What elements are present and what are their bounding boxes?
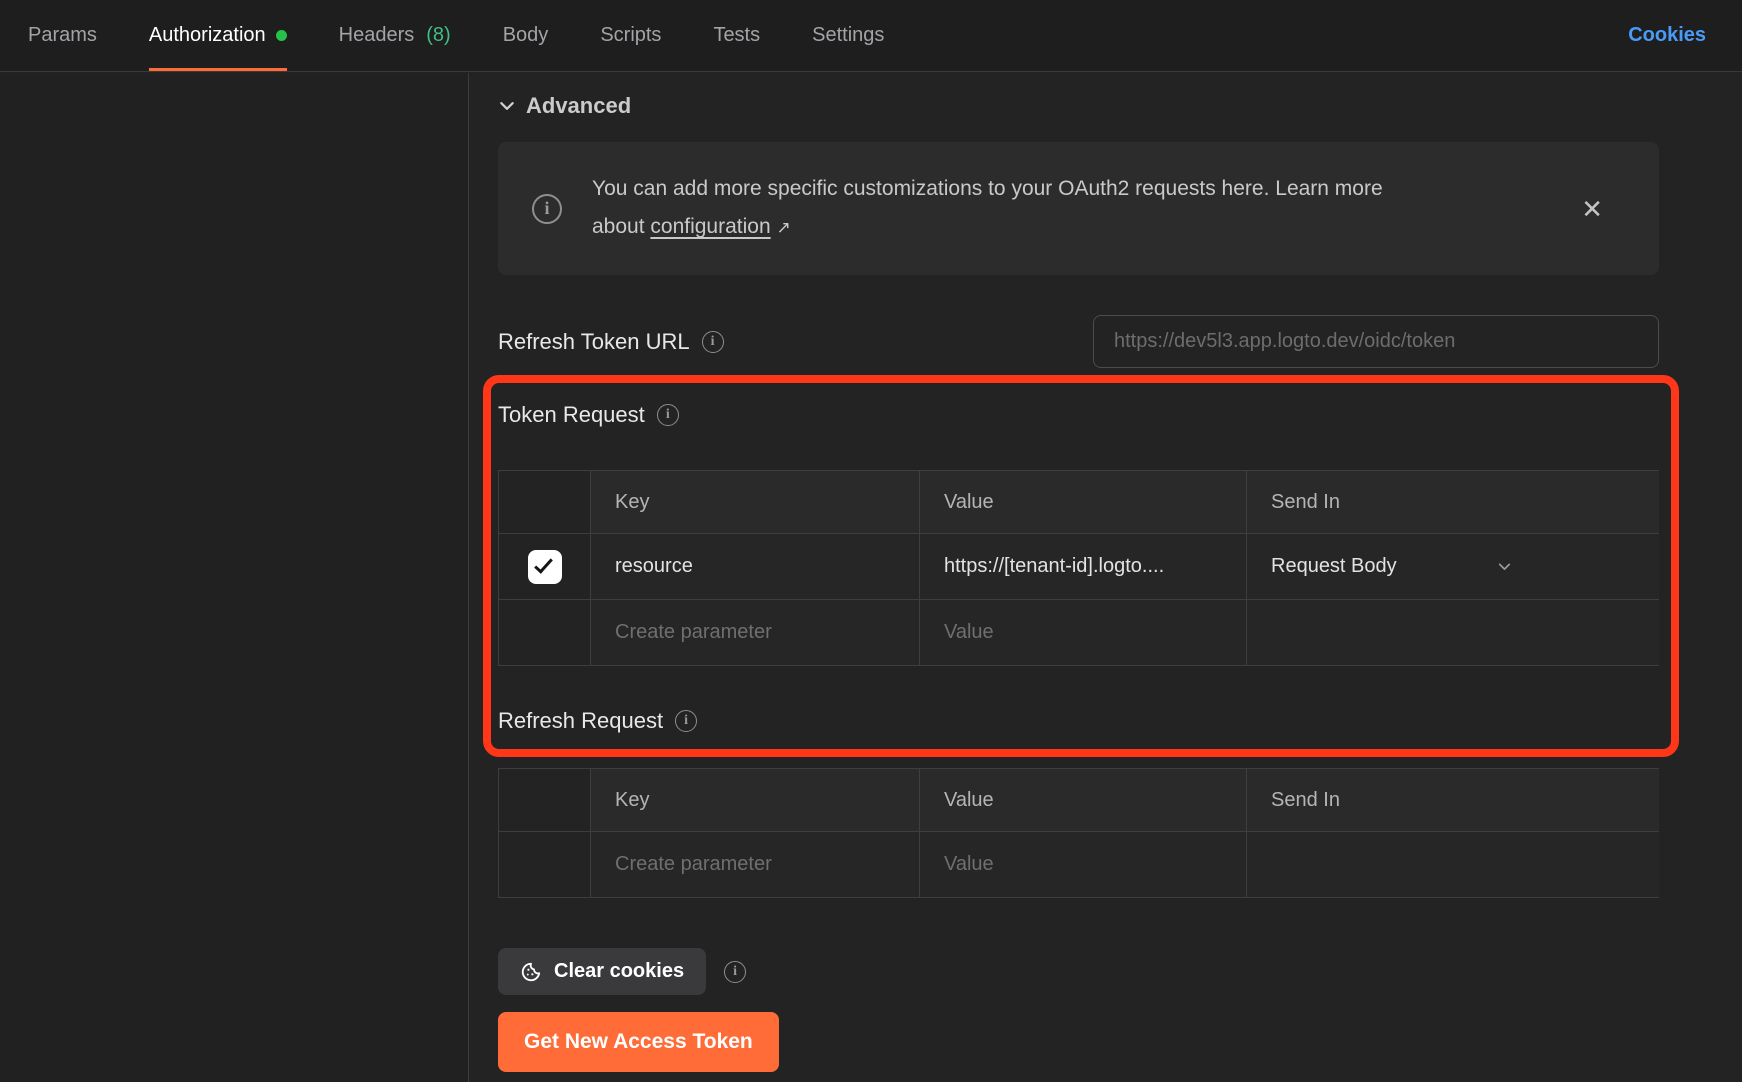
refresh-token-url-label-group: Refresh Token URL i	[498, 329, 724, 355]
checkmark-icon	[534, 554, 553, 573]
value-placeholder: Value	[944, 621, 994, 644]
tab-scripts[interactable]: Scripts	[600, 0, 661, 71]
clear-cookies-label: Clear cookies	[554, 960, 684, 983]
tab-authorization[interactable]: Authorization	[149, 0, 287, 71]
key-column-header: Key	[590, 769, 919, 831]
row-checkbox-cell	[499, 534, 590, 599]
table-row: resource https://[tenant-id].logto.... R…	[499, 533, 1658, 599]
tab-label: Body	[503, 24, 549, 47]
cookies-link[interactable]: Cookies	[1628, 0, 1706, 71]
clear-cookies-button[interactable]: Clear cookies	[498, 948, 706, 995]
value-cell[interactable]: Value	[919, 600, 1246, 665]
authorization-advanced-panel: Advanced i You can add more specific cus…	[469, 72, 1742, 1082]
checkbox-column-header	[499, 769, 590, 831]
sendin-column-header: Send In	[1246, 471, 1659, 533]
unsaved-changes-dot	[276, 30, 287, 41]
row-checkbox[interactable]	[528, 550, 562, 584]
tab-settings[interactable]: Settings	[812, 0, 884, 71]
value-placeholder: Value	[944, 853, 994, 876]
tab-label: Scripts	[600, 24, 661, 47]
headers-count-badge: (8)	[426, 24, 450, 47]
key-cell[interactable]: Create parameter	[590, 600, 919, 665]
table-placeholder-row: Create parameter Value	[499, 599, 1658, 665]
left-empty-panel	[0, 73, 468, 1082]
tab-label: Tests	[713, 24, 760, 47]
cookie-icon	[520, 961, 542, 983]
request-tab-bar: Params Authorization Headers (8) Body Sc…	[0, 0, 1742, 72]
tab-label: Headers	[339, 24, 415, 47]
sendin-column-header: Send In	[1246, 769, 1659, 831]
tab-params[interactable]: Params	[28, 0, 97, 71]
advanced-title: Advanced	[526, 93, 631, 119]
key-cell[interactable]: resource	[590, 534, 919, 599]
refresh-token-url-input[interactable]	[1093, 315, 1659, 368]
info-icon[interactable]: i	[657, 404, 679, 426]
tab-label: Params	[28, 24, 97, 47]
token-request-label-group: Token Request i	[498, 402, 679, 428]
row-checkbox-cell	[499, 832, 590, 897]
key-cell[interactable]: Create parameter	[590, 832, 919, 897]
info-icon[interactable]: i	[724, 961, 746, 983]
sendin-cell	[1246, 600, 1659, 665]
table-header-row: Key Value Send In	[499, 769, 1658, 831]
tab-headers[interactable]: Headers (8)	[339, 0, 451, 71]
advanced-section-toggle[interactable]: Advanced	[498, 93, 631, 119]
app-window: Params Authorization Headers (8) Body Sc…	[0, 0, 1742, 1082]
tab-body[interactable]: Body	[503, 0, 549, 71]
token-request-table: Key Value Send In resource https://[tena…	[498, 470, 1659, 666]
refresh-request-table: Key Value Send In Create parameter Value	[498, 768, 1659, 898]
external-link-icon: ↗	[776, 218, 790, 237]
tab-label: Authorization	[149, 24, 266, 47]
sendin-cell	[1246, 832, 1659, 897]
tab-tests[interactable]: Tests	[713, 0, 760, 71]
token-request-label: Token Request	[498, 402, 645, 428]
refresh-token-url-row: Refresh Token URL i	[498, 315, 1659, 368]
value-cell[interactable]: Value	[919, 832, 1246, 897]
banner-text: You can add more specific customizations…	[592, 170, 1428, 247]
info-banner: i You can add more specific customizatio…	[498, 142, 1659, 275]
get-new-access-token-button[interactable]: Get New Access Token	[498, 1012, 779, 1072]
checkbox-column-header	[499, 471, 590, 533]
close-icon[interactable]: ✕	[1581, 196, 1603, 222]
info-icon: i	[532, 194, 562, 224]
row-checkbox-cell	[499, 600, 590, 665]
key-placeholder: Create parameter	[615, 621, 772, 644]
value-column-header: Value	[919, 769, 1246, 831]
table-placeholder-row: Create parameter Value	[499, 831, 1658, 897]
refresh-request-label: Refresh Request	[498, 708, 663, 734]
chevron-down-icon	[1496, 558, 1513, 575]
key-column-header: Key	[590, 471, 919, 533]
value-cell[interactable]: https://[tenant-id].logto....	[919, 534, 1246, 599]
configuration-link[interactable]: configuration	[650, 215, 770, 238]
refresh-request-label-group: Refresh Request i	[498, 708, 697, 734]
info-icon[interactable]: i	[702, 331, 724, 353]
send-in-dropdown[interactable]: Request Body	[1271, 555, 1659, 578]
clear-cookies-row: Clear cookies i	[498, 948, 746, 995]
key-placeholder: Create parameter	[615, 853, 772, 876]
value-column-header: Value	[919, 471, 1246, 533]
refresh-token-url-label: Refresh Token URL	[498, 329, 690, 355]
tab-label: Settings	[812, 24, 884, 47]
table-header-row: Key Value Send In	[499, 471, 1658, 533]
chevron-down-icon	[498, 97, 516, 115]
sendin-cell: Request Body	[1246, 534, 1659, 599]
info-icon[interactable]: i	[675, 710, 697, 732]
send-in-value: Request Body	[1271, 555, 1397, 578]
